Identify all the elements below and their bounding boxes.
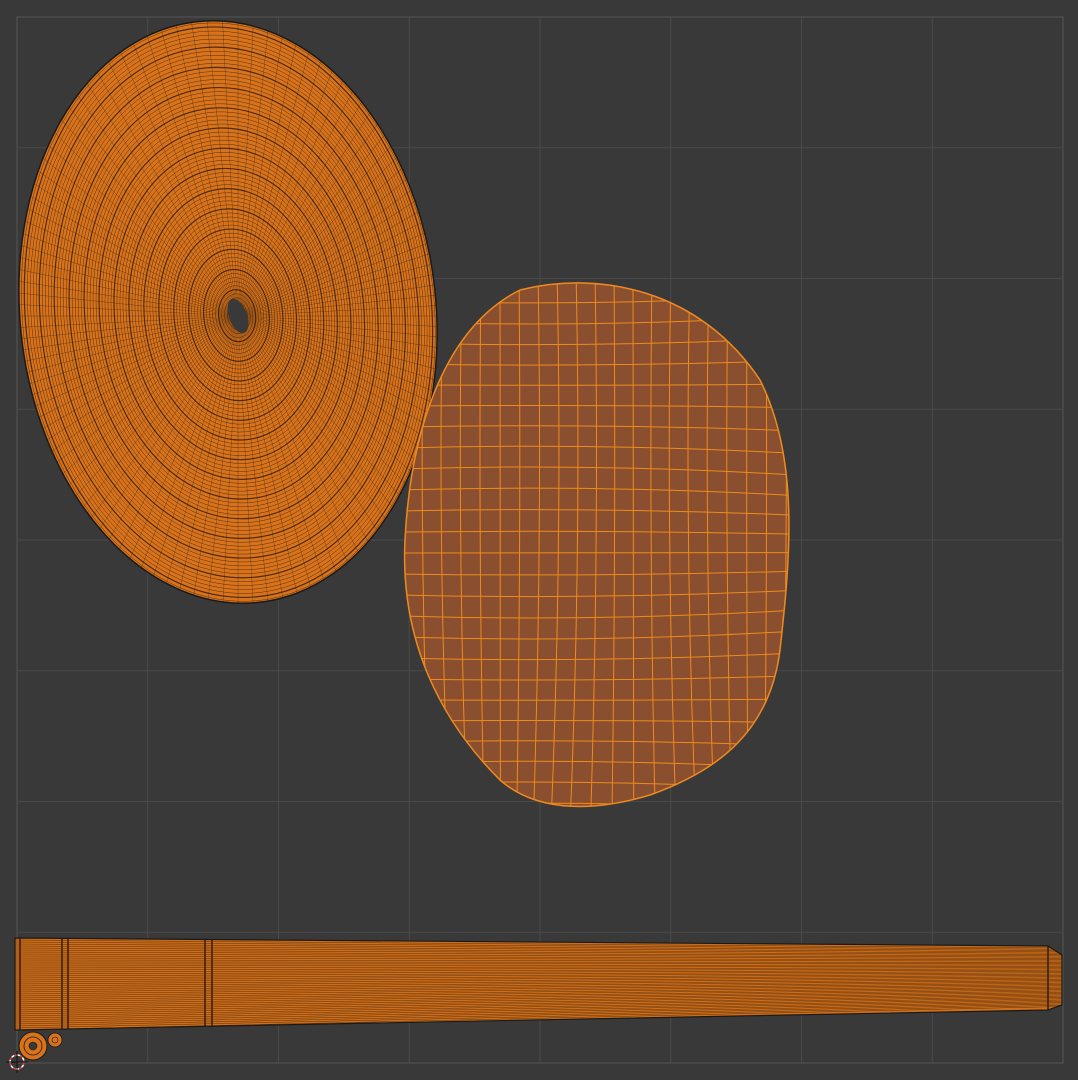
oval-grid-island[interactable] [400, 270, 795, 820]
small-circle-island[interactable] [18, 1031, 63, 1061]
uv-editor-viewport[interactable] [0, 0, 1078, 1080]
uv-canvas[interactable] [0, 0, 1078, 1080]
long-strip-island[interactable] [14, 935, 1063, 1035]
